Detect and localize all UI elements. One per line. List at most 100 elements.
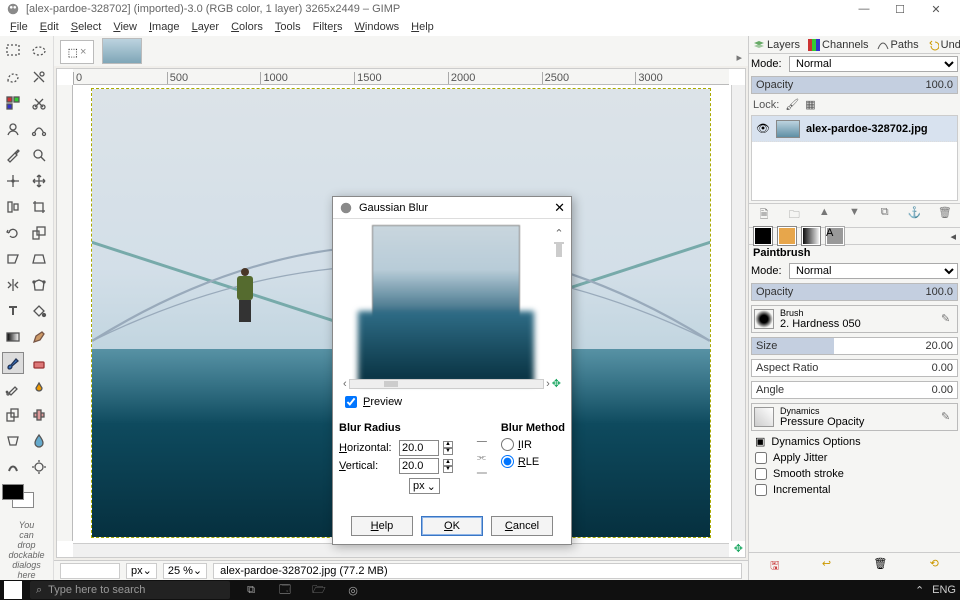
- scrollbar-vertical[interactable]: [731, 85, 745, 541]
- menu-view[interactable]: View: [107, 19, 143, 35]
- task-view-icon[interactable]: ⧉: [238, 581, 264, 599]
- layer-item[interactable]: 👁 alex-pardoe-328702.jpg: [752, 116, 957, 142]
- tab-paths[interactable]: Paths: [873, 37, 923, 53]
- preview-scroll-v[interactable]: ⌃⌄: [553, 225, 565, 261]
- menu-filters[interactable]: Filters: [307, 19, 349, 35]
- cancel-button[interactable]: Cancel: [491, 516, 553, 536]
- dynamics-picker[interactable]: DynamicsPressure Opacity✎: [751, 403, 958, 431]
- tool-clone[interactable]: [2, 404, 24, 426]
- menu-tools[interactable]: Tools: [269, 19, 307, 35]
- menu-colors[interactable]: Colors: [225, 19, 269, 35]
- tool-paintbrush[interactable]: [2, 352, 24, 374]
- tool-crop[interactable]: [28, 196, 50, 218]
- eye-icon[interactable]: 👁: [756, 122, 770, 135]
- tool-scale[interactable]: [28, 222, 50, 244]
- preview-checkbox[interactable]: PPreviewreview: [339, 394, 565, 410]
- duplicate-layer-icon[interactable]: ⧉: [876, 206, 894, 225]
- tool-ink[interactable]: [28, 378, 50, 400]
- incremental-checkbox[interactable]: Incremental: [749, 482, 960, 498]
- start-button[interactable]: [4, 581, 22, 599]
- ruler-horizontal[interactable]: 050010001500200025003000: [73, 69, 729, 85]
- tool-fuzzy-select[interactable]: [28, 66, 50, 88]
- lock-alpha-icon[interactable]: ▦: [805, 98, 815, 111]
- menu-edit[interactable]: Edit: [34, 19, 65, 35]
- tool-zoom[interactable]: [28, 144, 50, 166]
- tab-undo[interactable]: Undo: [923, 37, 960, 53]
- dialog-close-button[interactable]: ✕: [554, 200, 565, 216]
- tool-dodge[interactable]: [28, 456, 50, 478]
- move-icon[interactable]: ✥: [552, 377, 561, 390]
- tool-paths[interactable]: [28, 118, 50, 140]
- taskbar-app-1[interactable]: 🗔: [272, 581, 298, 599]
- brush-ar-slider[interactable]: Aspect Ratio0.00: [751, 359, 958, 377]
- taskbar-gimp[interactable]: ◎: [340, 581, 366, 599]
- tabbar-menu-icon[interactable]: ▸: [736, 51, 742, 64]
- navigate-icon[interactable]: ✥: [734, 542, 743, 555]
- help-button[interactable]: Help: [351, 516, 413, 536]
- tool-rotate[interactable]: [2, 222, 24, 244]
- rle-radio[interactable]: RLE: [501, 455, 565, 468]
- reset-options-icon[interactable]: ⟲: [930, 557, 939, 576]
- h-spinner[interactable]: ▲▼: [443, 441, 453, 455]
- tool-perspective[interactable]: [28, 248, 50, 270]
- image-tab-empty[interactable]: ⬚×: [60, 40, 94, 64]
- anchor-layer-icon[interactable]: ⚓: [906, 206, 924, 225]
- layer-opacity-slider[interactable]: Opacity100.0: [751, 76, 958, 94]
- brush-size-slider[interactable]: Size20.00: [751, 337, 958, 355]
- v-spinner[interactable]: ▲▼: [443, 459, 453, 473]
- edit-dynamics-icon[interactable]: ✎: [941, 410, 955, 424]
- brush-picker[interactable]: Brush2. Hardness 050✎: [751, 305, 958, 333]
- delete-layer-icon[interactable]: 🗑: [936, 206, 954, 225]
- menu-image[interactable]: Image: [143, 19, 186, 35]
- taskbar-app-2[interactable]: 🗁: [306, 581, 332, 599]
- tool-measure[interactable]: [2, 170, 24, 192]
- tool-flip[interactable]: [2, 274, 24, 296]
- tool-airbrush[interactable]: [2, 378, 24, 400]
- tool-eraser[interactable]: [28, 352, 50, 374]
- image-tab-active[interactable]: [102, 38, 142, 64]
- system-tray[interactable]: ⌃ENG: [915, 584, 956, 597]
- tab-layers[interactable]: Layers: [749, 37, 804, 53]
- restore-options-icon[interactable]: ↩: [822, 557, 831, 576]
- save-options-icon[interactable]: 🖫: [770, 557, 779, 576]
- menu-help[interactable]: Help: [405, 19, 440, 35]
- color-swatches[interactable]: [2, 484, 38, 514]
- layer-mode-select[interactable]: Normal: [789, 56, 958, 72]
- tool-color-select[interactable]: [2, 92, 24, 114]
- horizontal-input[interactable]: [399, 440, 439, 456]
- tool-perspective-clone[interactable]: [2, 430, 24, 452]
- brush-swatch-1[interactable]: [753, 226, 773, 246]
- menu-select[interactable]: Select: [65, 19, 108, 35]
- tool-ellipse-select[interactable]: [28, 40, 50, 62]
- tool-free-select[interactable]: [2, 66, 24, 88]
- ruler-vertical[interactable]: [57, 85, 73, 541]
- tool-align[interactable]: [2, 196, 24, 218]
- iir-radio[interactable]: IIR: [501, 438, 565, 451]
- brush-dock-menu-icon[interactable]: ◂: [946, 230, 960, 243]
- close-icon[interactable]: ×: [80, 46, 86, 58]
- window-maximize-button[interactable]: ☐: [882, 0, 918, 18]
- tool-blur[interactable]: [28, 430, 50, 452]
- brush-angle-slider[interactable]: Angle0.00: [751, 381, 958, 399]
- brush-swatch-3[interactable]: [801, 226, 821, 246]
- brush-opacity-slider[interactable]: Opacity100.0: [751, 283, 958, 301]
- edit-brush-icon[interactable]: ✎: [941, 312, 955, 326]
- delete-options-icon[interactable]: 🗑: [873, 557, 887, 576]
- tool-foreground-select[interactable]: [2, 118, 24, 140]
- chain-icon[interactable]: ⎺⫘⎽: [477, 441, 487, 474]
- tab-channels[interactable]: Channels: [804, 37, 872, 53]
- smooth-stroke-checkbox[interactable]: Smooth stroke: [749, 466, 960, 482]
- statusbar-unit[interactable]: px ⌄: [126, 563, 157, 579]
- scrollbar-horizontal[interactable]: [73, 543, 729, 557]
- tool-cage[interactable]: [28, 274, 50, 296]
- tool-rect-select[interactable]: [2, 40, 24, 62]
- blur-preview[interactable]: [372, 225, 520, 373]
- brush-mode-select[interactable]: Normal: [789, 263, 958, 279]
- dynamics-options-expander[interactable]: ▣Dynamics Options: [749, 433, 960, 450]
- tool-move[interactable]: [28, 170, 50, 192]
- menu-file[interactable]: FFileile: [4, 19, 34, 35]
- tool-smudge[interactable]: [2, 456, 24, 478]
- lock-pixels-icon[interactable]: 🖌: [785, 98, 799, 111]
- vertical-input[interactable]: [399, 458, 439, 474]
- window-minimize-button[interactable]: —: [846, 0, 882, 18]
